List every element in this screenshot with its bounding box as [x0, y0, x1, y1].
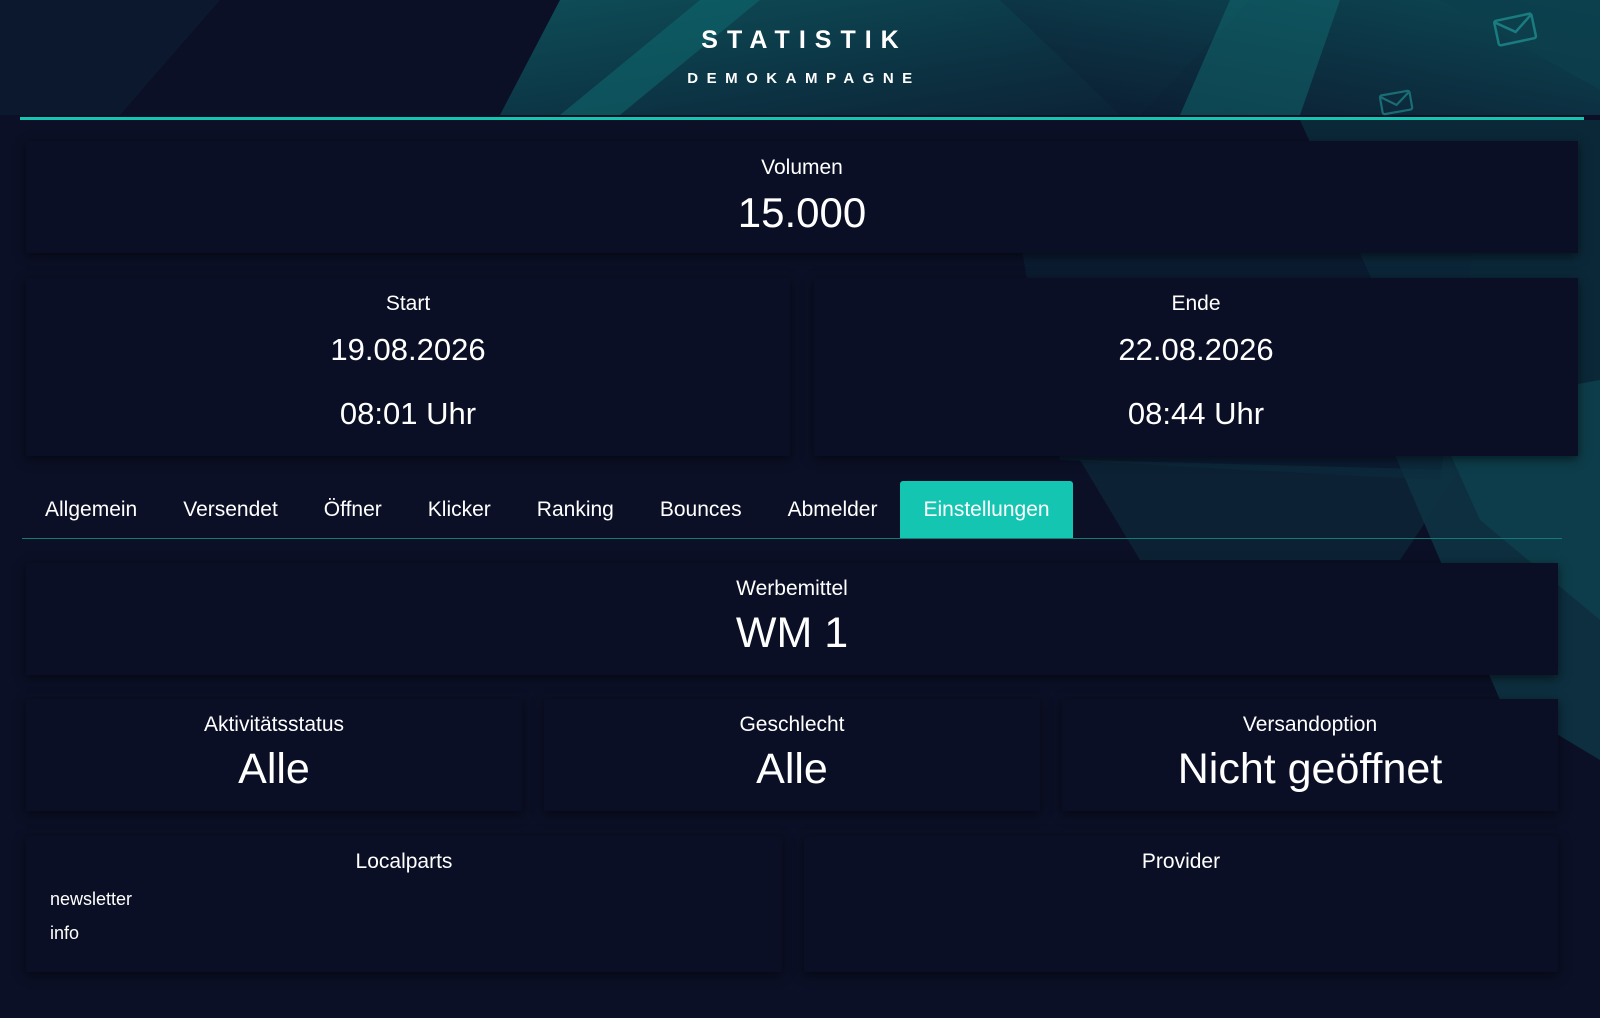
- localparts-card: Localparts newsletter info: [26, 836, 782, 972]
- provider-card: Provider: [804, 836, 1558, 972]
- werbemittel-card: Werbemittel WM 1: [26, 563, 1558, 675]
- tab-ranking[interactable]: Ranking: [514, 481, 637, 538]
- statistics-page: STATISTIK DEMOKAMPAGNE Volumen 15.000 St…: [0, 0, 1600, 1018]
- start-label: Start: [385, 292, 431, 315]
- tab-oeffner[interactable]: Öffner: [301, 481, 405, 538]
- tab-allgemein[interactable]: Allgemein: [22, 481, 160, 538]
- tab-versendet[interactable]: Versendet: [160, 481, 301, 538]
- localpart-item: newsletter: [50, 889, 133, 909]
- geschlecht-value: Alle: [756, 745, 828, 793]
- volume-card: Volumen 15.000: [26, 141, 1578, 253]
- page-title: STATISTIK: [701, 26, 908, 54]
- provider-label: Provider: [1141, 850, 1221, 873]
- page-header: STATISTIK DEMOKAMPAGNE: [0, 0, 1600, 100]
- start-time: 08:01 Uhr: [339, 396, 477, 431]
- start-card: Start 19.08.2026 08:01 Uhr: [26, 278, 790, 456]
- geschlecht-card: Geschlecht Alle: [544, 699, 1040, 811]
- aktivitaetsstatus-label: Aktivitätsstatus: [203, 713, 345, 736]
- geschlecht-label: Geschlecht: [739, 713, 845, 736]
- tab-bar: Allgemein Versendet Öffner Klicker Ranking Bo…: [22, 481, 1562, 539]
- end-date: 22.08.2026: [1118, 332, 1274, 367]
- localpart-item: info: [50, 923, 80, 943]
- werbemittel-value: WM 1: [735, 609, 849, 657]
- end-time: 08:44 Uhr: [1127, 396, 1265, 431]
- header-divider: [20, 117, 1584, 120]
- versandoption-value: Nicht geöffnet: [1177, 745, 1443, 793]
- end-card: Ende 22.08.2026 08:44 Uhr: [814, 278, 1578, 456]
- volume-value: 15.000: [737, 189, 867, 236]
- mail-icon: [1378, 89, 1414, 116]
- aktivitaetsstatus-card: Aktivitätsstatus Alle: [26, 699, 522, 811]
- start-date: 19.08.2026: [330, 332, 486, 367]
- page-subtitle: DEMOKAMPAGNE: [687, 70, 921, 87]
- tab-klicker[interactable]: Klicker: [405, 481, 514, 538]
- werbemittel-label: Werbemittel: [736, 577, 848, 600]
- versandoption-card: Versandoption Nicht geöffnet: [1062, 699, 1558, 811]
- mail-icon: [1493, 12, 1538, 47]
- localparts-label: Localparts: [355, 850, 453, 873]
- volume-label: Volumen: [761, 156, 843, 179]
- tab-abmelder[interactable]: Abmelder: [765, 481, 901, 538]
- versandoption-label: Versandoption: [1242, 713, 1378, 736]
- aktivitaetsstatus-value: Alle: [238, 745, 310, 793]
- tab-einstellungen[interactable]: Einstellungen: [900, 481, 1073, 538]
- tab-bounces[interactable]: Bounces: [637, 481, 765, 538]
- end-label: Ende: [1171, 292, 1221, 315]
